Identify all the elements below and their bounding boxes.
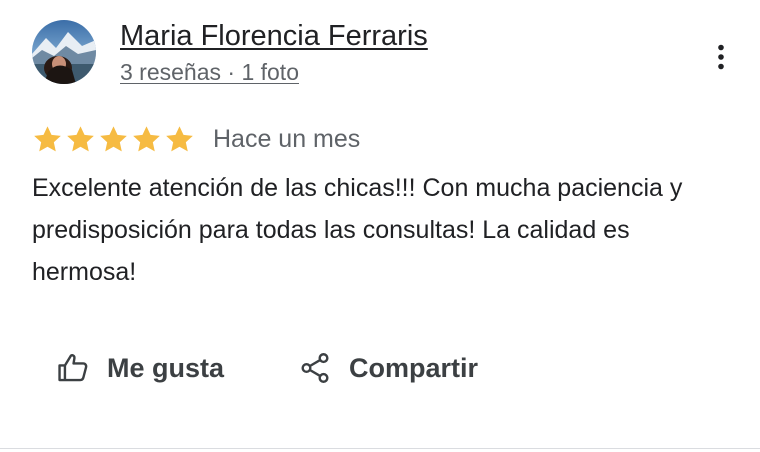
share-icon	[301, 353, 329, 383]
like-button[interactable]: Me gusta	[56, 351, 224, 385]
review-date: Hace un mes	[213, 124, 361, 153]
star-icon	[100, 125, 127, 151]
author-meta-link[interactable]: 3 reseñas · 1 foto	[120, 57, 299, 87]
more-vert-icon	[718, 44, 724, 70]
like-label: Me gusta	[107, 352, 225, 383]
review-card: Maria Florencia Ferraris 3 reseñas · 1 f…	[0, 0, 760, 452]
share-label: Compartir	[349, 352, 479, 383]
star-rating	[32, 124, 195, 155]
rating-row: Hace un mes	[32, 122, 360, 156]
star-icon	[166, 125, 193, 151]
star-icon	[133, 125, 160, 151]
thumb-up-icon	[58, 354, 88, 382]
bottom-divider	[0, 448, 760, 449]
star-icon	[67, 125, 94, 151]
avatar-photo-icon	[32, 20, 96, 84]
star-icon	[34, 125, 61, 151]
author-avatar[interactable]	[32, 20, 96, 84]
review-actions: Me gusta Compartir	[56, 346, 478, 390]
review-text: Excelente atención de las chicas!!! Con …	[32, 174, 683, 286]
share-button[interactable]: Compartir	[298, 351, 478, 385]
more-options-button[interactable]	[704, 38, 738, 76]
author-name-link[interactable]: Maria Florencia Ferraris	[120, 18, 428, 54]
